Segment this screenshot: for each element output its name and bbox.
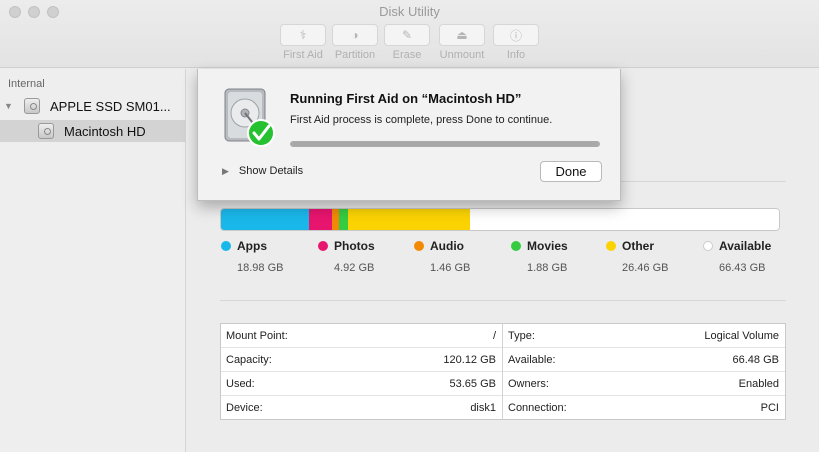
info-row-device: Device: disk1 [221,396,502,420]
legend-label: Apps [237,239,267,253]
unmount-label: Unmount [439,49,485,61]
info-label: Type: [508,329,535,342]
info-label: Connection: [508,402,567,414]
stethoscope-icon: ⚕ [299,28,307,42]
sidebar-volume-label: Macintosh HD [64,123,146,139]
divider [220,300,786,301]
info-value: 120.12 GB [443,353,496,366]
hard-disk-check-icon [224,88,275,147]
first-aid-title: Running First Aid on “Macintosh HD” [290,91,522,106]
other-swatch [606,241,616,251]
info-label: Available: [508,353,556,366]
legend-label: Photos [334,239,375,253]
partition-icon: ◑ [351,28,359,42]
usage-segment-audio [332,209,339,230]
info-row-capacity: Capacity: 120.12 GB [221,348,502,372]
legend-audio: Audio 1.46 GB [414,239,470,274]
info-value: Logical Volume [704,329,779,342]
audio-swatch [414,241,424,251]
info-value: 66.48 GB [732,353,779,366]
legend-value: 26.46 GB [622,262,669,274]
usage-segment-apps [221,209,310,230]
legend-label: Available [719,239,772,253]
info-icon: ⓘ [509,28,522,43]
sidebar-disk-label: APPLE SSD SM01... [50,98,171,114]
photos-swatch [318,241,328,251]
usage-bar [220,208,780,231]
unmount-icon: ⏏ [456,28,468,42]
legend-available: Available 66.43 GB [703,239,771,274]
available-swatch [703,241,713,251]
info-row-owners: Owners: Enabled [503,372,785,396]
info-label: Used: [226,377,255,390]
info-button[interactable]: ⓘ Info [488,24,544,61]
usage-segment-available [470,209,779,230]
sidebar-item-volume[interactable]: Macintosh HD [0,120,186,142]
hard-drive-icon [24,98,40,114]
apps-swatch [221,241,231,251]
show-details-toggle[interactable]: ▶ Show Details [222,165,303,177]
info-label: Capacity: [226,353,272,366]
legend-label: Other [622,239,655,253]
usage-segment-photos [309,209,332,230]
legend-other: Other 26.46 GB [606,239,668,274]
info-label: Mount Point: [226,329,288,342]
legend-value: 1.88 GB [527,262,568,274]
legend-value: 18.98 GB [237,262,284,274]
first-aid-label: First Aid [283,49,323,61]
sidebar-section-internal: Internal [8,78,45,90]
volume-info-table: Mount Point: / Capacity: 120.12 GB Used: 53… [220,323,786,420]
legend-label: Audio [430,239,464,253]
volume-icon [38,123,54,139]
legend-value: 4.92 GB [334,262,375,274]
first-aid-button[interactable]: ⚕ First Aid [275,24,331,61]
show-details-label: Show Details [238,165,304,177]
info-row-connection: Connection: PCI [503,396,785,420]
first-aid-progress-bar [290,141,600,147]
title-bar: Disk Utility ⚕ First Aid ◑ Partition ✎ E… [0,0,819,68]
info-row-used: Used: 53.65 GB [221,372,502,396]
usage-segment-movies [338,209,348,230]
info-value: PCI [760,402,779,414]
window-title: Disk Utility [379,4,440,19]
sidebar-item-disk[interactable]: ▼ APPLE SSD SM01... [0,95,186,117]
legend-label: Movies [527,239,568,253]
erase-button[interactable]: ✎ Erase [379,24,435,61]
legend-value: 66.43 GB [719,262,766,274]
unmount-button[interactable]: ⏏ Unmount [434,24,490,61]
info-column-right: Type: Logical Volume Available: 66.48 GB O… [503,324,785,419]
movies-swatch [511,241,521,251]
legend-movies: Movies 1.88 GB [511,239,568,274]
first-aid-sheet: Running First Aid on “Macintosh HD” Firs… [197,69,621,201]
info-row-available: Available: 66.48 GB [503,348,785,372]
first-aid-message: First Aid process is complete, press Don… [290,114,553,126]
info-label: Device: [226,402,263,414]
info-value: Enabled [738,377,779,390]
partition-label: Partition [334,49,376,61]
info-column-left: Mount Point: / Capacity: 120.12 GB Used: 53… [221,324,503,419]
info-label: Info [506,49,526,61]
partition-button[interactable]: ◑ Partition [327,24,383,61]
sidebar: Internal ▼ APPLE SSD SM01... Macintosh H… [0,69,186,452]
legend-photos: Photos 4.92 GB [318,239,375,274]
disclosure-triangle-icon[interactable]: ▶ [222,166,229,177]
info-row-mount-point: Mount Point: / [221,324,502,348]
usage-segment-other [347,209,471,230]
erase-icon: ✎ [401,28,413,42]
info-value: 53.65 GB [449,377,496,390]
disclosure-triangle-icon[interactable]: ▼ [4,101,16,111]
info-row-type: Type: Logical Volume [503,324,785,348]
info-value: / [492,329,496,342]
legend-apps: Apps 18.98 GB [221,239,283,274]
info-value: disk1 [470,402,496,414]
legend-value: 1.46 GB [430,262,471,274]
done-button[interactable]: Done [540,161,602,182]
erase-label: Erase [392,49,422,61]
info-label: Owners: [508,377,549,390]
